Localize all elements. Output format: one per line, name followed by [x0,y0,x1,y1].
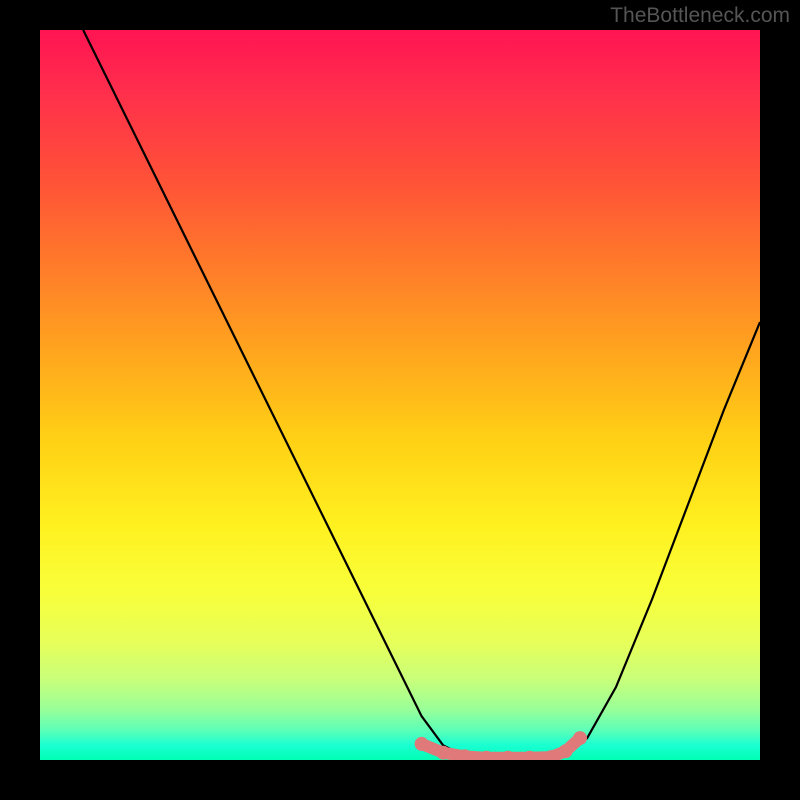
plot-area [40,30,760,760]
chart-svg [40,30,760,760]
watermark-text: TheBottleneck.com [610,4,790,28]
main-curve [83,30,760,760]
highlight-dot [559,744,573,758]
highlight-dot [573,731,587,745]
highlight-dot [436,746,450,760]
highlight-dot [415,737,429,751]
highlight-markers [415,731,587,760]
